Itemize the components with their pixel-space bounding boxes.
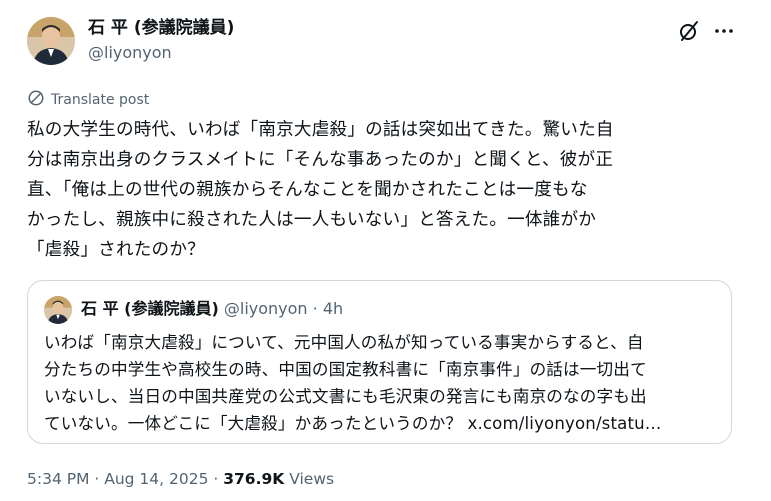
quoted-separator: · xyxy=(312,299,323,318)
quoted-author-name: 石 平 (参議院議員) xyxy=(81,299,219,318)
translate-label: Translate post xyxy=(51,92,150,108)
quoted-author-avatar xyxy=(44,296,72,324)
quoted-post-time: 4h xyxy=(322,299,344,318)
more-icon[interactable] xyxy=(712,19,736,43)
post-text: 私の大学生の時代、いわば「南京大虐殺」の話は突如出てきた。驚いた自 分は南京出身… xyxy=(27,120,614,260)
views-count: 376.9K xyxy=(223,470,285,488)
author-avatar[interactable] xyxy=(27,17,75,65)
author-name[interactable]: 石 平 (参議院議員) xyxy=(88,17,234,39)
globe-translate-icon xyxy=(27,89,45,111)
quoted-post-header: 石 平 (参議院議員) @liyonyon · 4h xyxy=(81,298,343,320)
translate-post-link[interactable]: Translate post xyxy=(27,89,149,111)
post-timestamp[interactable]: 5:34 PM · Aug 14, 2025 · xyxy=(27,470,223,488)
post-meta: 5:34 PM · Aug 14, 2025 · 376.9K Views xyxy=(27,469,334,489)
author-handle[interactable]: @liyonyon xyxy=(88,42,172,64)
quoted-post-text: いわば「南京大虐殺」について、元中国人の私が知っている事実からすると、自 分たち… xyxy=(44,333,662,433)
quoted-post-card[interactable]: 石 平 (参議院議員) @liyonyon · 4h いわば「南京大虐殺」につい… xyxy=(27,280,732,444)
views-label: Views xyxy=(284,470,335,488)
quoted-author-handle: @liyonyon xyxy=(223,299,308,318)
grok-icon[interactable] xyxy=(677,19,701,43)
